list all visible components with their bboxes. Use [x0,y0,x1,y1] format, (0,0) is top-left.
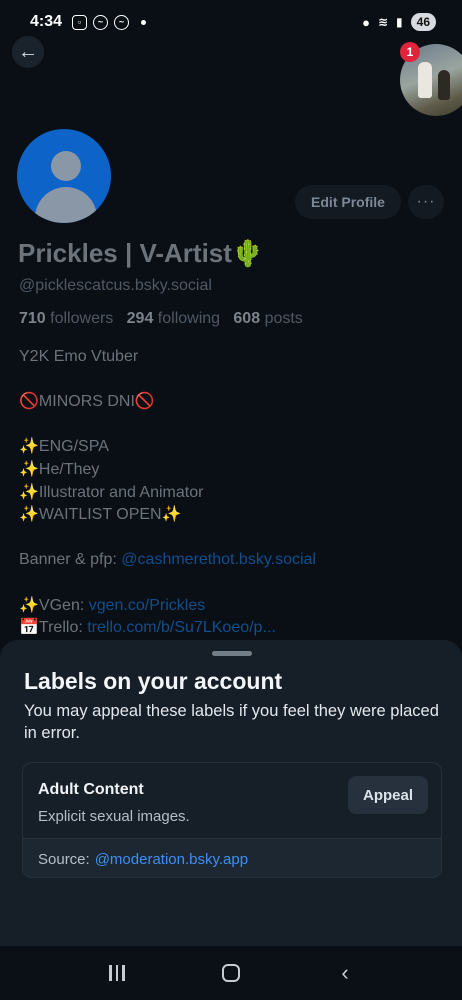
label-source-link[interactable]: @moderation.bsky.app [95,851,248,868]
system-nav-bar: ‹ [0,946,462,1000]
wifi-icon: ≋ [377,15,389,29]
bio-vgen-line: ✨VGen: vgen.co/Prickles [19,595,449,618]
label-name: Adult Content [38,781,144,798]
following-label: following [157,310,221,327]
bio-line: ✨He/They [19,460,100,478]
more-notifications-dot [141,19,147,25]
posts-count: 608 [233,310,261,327]
edit-profile-button[interactable]: Edit Profile [295,185,401,219]
display-name: Prickles | V-Artist🌵 [18,238,265,268]
recent-apps-icon [109,965,125,981]
default-avatar-head [51,151,81,181]
home-icon [222,964,240,982]
system-back-button[interactable]: ‹ [330,958,360,988]
trello-link[interactable]: trello.com/b/Su7LKoeo/p... [87,619,276,636]
following-count: 294 [126,310,154,327]
status-right-icons: ● ≋ ▮ 46 [362,13,436,31]
followers-count: 710 [19,310,46,327]
label-source: Source: @moderation.bsky.app [23,838,441,877]
profile-avatar[interactable] [14,126,114,226]
signal-icon: ▮ [396,15,403,29]
posts-label: posts [264,310,303,327]
bio-trello-prefix: 📅Trello: [19,619,88,637]
following-stat[interactable]: 294 following [127,310,220,327]
status-time: 4:34 [30,13,63,30]
followers-label: followers [50,310,114,327]
labels-bottom-sheet: Labels on your account You may appeal th… [0,640,462,946]
profile-bio: Y2K Emo Vtuber 🚫MINORS DNI🚫 ✨ENG/SPA ✨He… [19,346,449,640]
sheet-title: Labels on your account [24,668,283,694]
messenger-icon-2: ~ [114,14,130,30]
bio-line: 🚫MINORS DNI🚫 [19,393,155,411]
label-source-prefix: Source: [38,850,90,868]
appeal-button[interactable]: Appeal [348,776,428,814]
bio-banner-prefix: Banner & pfp: [19,551,122,569]
messenger-icon: ~ [93,14,109,30]
sheet-drag-handle[interactable] [212,651,252,656]
avatar-photo-figure [418,62,432,98]
location-icon: ● [362,14,370,30]
bio-trello-line: 📅Trello: trello.com/b/Su7LKoeo/p... [19,617,449,640]
battery-indicator: 46 [410,13,436,31]
followers-stat[interactable]: 710 followers [19,310,113,327]
bio-line: Y2K Emo Vtuber [19,348,139,365]
bio-line: ✨WAITLIST OPEN✨ [19,506,182,524]
sheet-description: You may appeal these labels if you feel … [24,702,439,742]
notification-badge: 1 [400,42,420,62]
home-button[interactable] [216,958,246,988]
more-options-button[interactable]: ··· [408,185,444,219]
bio-line: ✨Illustrator and Animator [19,483,204,501]
label-description: Explicit sexual images. [38,808,190,825]
bio-line: ✨ENG/SPA [19,438,109,456]
profile-stats: 710 followers 294 following 608 posts [19,310,303,328]
bio-vgen-prefix: ✨VGen: [19,596,89,614]
banner-credit-link[interactable]: @cashmerethot.bsky.social [121,551,316,568]
vgen-link[interactable]: vgen.co/Prickles [89,597,206,614]
avatar-photo-figure [438,70,450,100]
back-chevron-icon: ‹ [341,960,349,985]
profile-handle: @picklescatcus.bsky.social [19,277,212,294]
recent-apps-button[interactable] [102,958,132,988]
status-app-icons: ▫ ~ ~ [72,14,147,30]
bio-banner-line: Banner & pfp: @cashmerethot.bsky.social [19,549,449,572]
posts-stat: 608 posts [233,310,302,327]
label-card: Adult Content Explicit sexual images. Ap… [22,762,442,878]
default-avatar-body [35,187,97,223]
screenshot-icon: ▫ [72,14,88,30]
status-bar: 4:34 ▫ ~ ~ ● ≋ ▮ 46 [0,0,462,44]
